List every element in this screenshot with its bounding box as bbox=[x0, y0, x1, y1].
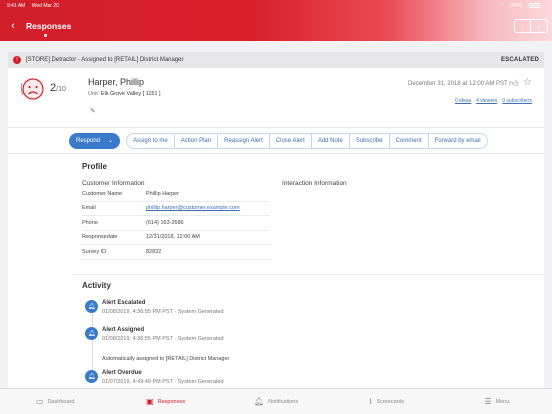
activity-section: Activity 🔔︎ Alert Escalated 01/08/2019, … bbox=[82, 281, 542, 385]
interaction-info-title: Interaction Information bbox=[282, 180, 347, 187]
customer-info: Customer Information Customer Name Phill… bbox=[82, 180, 270, 260]
section-divider bbox=[74, 274, 544, 275]
menu-icon: ☰ bbox=[484, 397, 492, 406]
score-max: /10 bbox=[56, 86, 66, 93]
activity-item-title: Alert Escalated bbox=[102, 300, 146, 306]
forward-by-email-button[interactable]: Forward by email bbox=[429, 134, 487, 148]
activity-item-title: Alert Assigned bbox=[102, 327, 145, 333]
interaction-info: Interaction Information bbox=[282, 180, 347, 187]
tab-label: Scorecards bbox=[376, 398, 405, 405]
respond-button[interactable]: Respond ⌄ bbox=[69, 132, 121, 149]
field-value: (614) 163-2686 bbox=[146, 219, 184, 226]
alert-title: [STORE] Detractor - Assigned to [RETAIL]… bbox=[26, 57, 184, 63]
field-label: Phone bbox=[82, 219, 98, 226]
action-plan-button[interactable]: Action Plan bbox=[175, 133, 219, 148]
info-row-name: Customer Name Phillip Harper bbox=[82, 187, 270, 202]
status-bar: 9:41 AM Wed Mar 20 ◠ 100% bbox=[0, 0, 552, 11]
action-button-group: Assign to me Action Plan Reassign Alert … bbox=[126, 132, 488, 149]
info-row-responsedate: Responsedate 12/31/2018, 12:00 AM bbox=[82, 231, 270, 245]
alert-icon: ! bbox=[13, 56, 21, 64]
tab-label: Notifications bbox=[268, 398, 299, 405]
chevron-left-icon[interactable]: ‹ bbox=[514, 19, 531, 33]
activity-item-meta: 01/08/2019, 4:36:55 PM PST · System Gene… bbox=[102, 309, 224, 315]
tab-label: Dashboard bbox=[47, 398, 75, 405]
responses-icon: ▣ bbox=[146, 397, 154, 406]
scorecards-icon: ⌇ bbox=[368, 397, 373, 406]
status-date: Wed Mar 20 bbox=[31, 2, 59, 9]
person-header: 2/10 Harper, Phillip Unit: Elk Grove Val… bbox=[8, 68, 544, 128]
tab-notifications[interactable]: 🔔︎ Notifications bbox=[221, 389, 331, 414]
tab-bar: ▭ Dashboard ▣ Responses 🔔︎ Notifications… bbox=[0, 388, 552, 414]
response-date: December 31, 2018 at 12:00 AM PST bbox=[408, 81, 508, 87]
activity-title: Activity bbox=[82, 281, 111, 290]
customer-name: Harper, Phillip bbox=[88, 77, 145, 87]
comment-button[interactable]: Comment bbox=[390, 133, 429, 148]
wifi-icon: ◠ bbox=[499, 2, 505, 9]
email-link[interactable]: phillip.harper@customer.example.com bbox=[146, 205, 240, 211]
action-bar: Respond ⌄ Assign to me Action Plan Reass… bbox=[8, 128, 544, 154]
tab-scorecards[interactable]: ⌇ Scorecards bbox=[331, 389, 441, 414]
field-value: 82832 bbox=[146, 248, 162, 255]
info-row-phone: Phone (614) 163-2686 bbox=[82, 216, 270, 231]
bell-icon: 🔔︎ bbox=[85, 327, 98, 340]
customer-info-title: Customer Information bbox=[82, 180, 145, 187]
page-title: Responses bbox=[26, 21, 72, 31]
activity-item-meta: 01/08/2019, 4:36:55 PM PST · System Gene… bbox=[102, 336, 224, 342]
activity-item-title: Alert Overdue bbox=[102, 370, 142, 376]
unit-info: Unit: Elk Grove Valley [ 1151 ] bbox=[88, 91, 161, 97]
tab-menu[interactable]: ☰ Menu bbox=[442, 389, 552, 414]
field-label: Responsedate bbox=[82, 234, 118, 241]
tab-responses[interactable]: ▣ Responses bbox=[110, 389, 220, 414]
tab-label: Responses bbox=[157, 398, 186, 405]
back-arrow-icon[interactable]: ‹ bbox=[2, 20, 24, 32]
respond-label: Respond bbox=[76, 137, 101, 144]
chevron-down-icon: ⌄ bbox=[108, 138, 114, 144]
response-card: 2/10 Harper, Phillip Unit: Elk Grove Val… bbox=[8, 68, 544, 388]
tab-label: Menu bbox=[495, 398, 510, 405]
subscribers-link[interactable]: 0 subscribers bbox=[502, 98, 532, 104]
info-row-survey-id: Survey ID 82832 bbox=[82, 245, 270, 260]
thumbs-up-icon[interactable]: 👍︎ bbox=[509, 78, 518, 89]
battery-percent: 100% bbox=[509, 2, 522, 9]
star-icon[interactable]: ☆ bbox=[523, 77, 532, 88]
page-indicator-dot bbox=[44, 34, 47, 37]
close-alert-button[interactable]: Close Alert bbox=[270, 133, 312, 148]
chevron-right-icon[interactable]: › bbox=[531, 19, 548, 33]
profile-title: Profile bbox=[82, 162, 107, 171]
app-header: 9:41 AM Wed Mar 20 ◠ 100% ‹ Responses ‹ … bbox=[0, 0, 552, 41]
activity-item-note: Automatically assigned to [RETAIL] Distr… bbox=[102, 356, 230, 362]
activity-item-meta: 01/07/2019, 4:49:49 PM PST · System Gene… bbox=[102, 379, 224, 385]
bell-icon: 🔔︎ bbox=[253, 397, 265, 406]
subscribe-button[interactable]: Subscribe bbox=[350, 133, 390, 148]
add-note-button[interactable]: Add Note bbox=[312, 133, 350, 148]
score: 2/10 bbox=[50, 82, 66, 94]
field-label: Customer Name bbox=[82, 190, 123, 197]
info-row-email: Email phillip.harper@customer.example.co… bbox=[82, 202, 270, 216]
detractor-face-icon bbox=[20, 78, 44, 100]
field-label: Survey ID bbox=[82, 248, 107, 255]
ideas-link[interactable]: 0 ideas bbox=[455, 98, 471, 104]
battery-icon bbox=[529, 3, 540, 8]
assign-to-me-button[interactable]: Assign to me bbox=[127, 133, 175, 148]
status-time: 9:41 AM bbox=[7, 2, 26, 9]
unit-label: Unit: bbox=[88, 91, 100, 97]
viewers-link[interactable]: 4 viewers bbox=[476, 98, 497, 104]
dashboard-icon: ▭ bbox=[35, 397, 44, 406]
field-value: Phillip Harper bbox=[146, 190, 180, 197]
pencil-icon[interactable]: ✎ bbox=[90, 107, 96, 115]
tab-dashboard[interactable]: ▭ Dashboard bbox=[0, 389, 110, 414]
alert-banner: ! [STORE] Detractor - Assigned to [RETAI… bbox=[8, 52, 544, 68]
unit-value: Elk Grove Valley [ 1151 ] bbox=[100, 91, 161, 97]
bell-icon: 🔔︎ bbox=[85, 300, 98, 313]
reassign-alert-button[interactable]: Reassign Alert bbox=[218, 133, 270, 148]
profile-section: Profile Customer Information Customer Na… bbox=[82, 162, 542, 260]
field-value: 12/31/2018, 12:00 AM bbox=[146, 234, 200, 241]
bell-icon: 🔔︎ bbox=[85, 370, 98, 383]
status-badge: ESCALATED bbox=[500, 57, 539, 63]
field-label: Email bbox=[82, 205, 96, 212]
